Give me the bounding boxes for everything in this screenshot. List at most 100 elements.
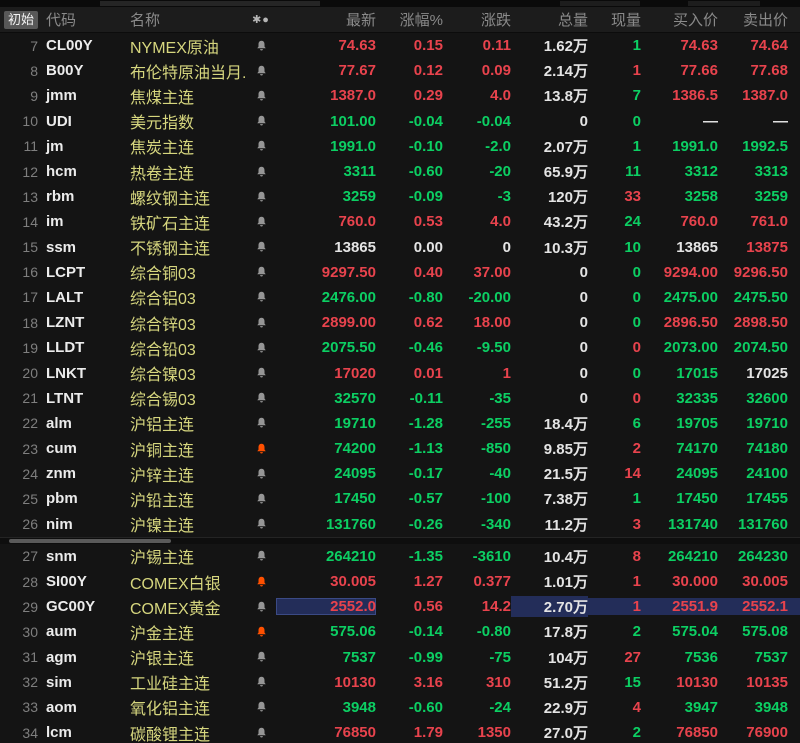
total-volume: 27.0万 (543, 725, 588, 743)
horizontal-scrollbar-thumb[interactable] (9, 538, 171, 543)
latest-price: 131760 (325, 515, 376, 533)
change-value: -255 (480, 414, 511, 432)
alert-bell-icon[interactable] (246, 89, 276, 103)
current-volume: 4 (632, 698, 641, 716)
col-header-current-volume[interactable]: 现量 (588, 9, 641, 30)
table-row[interactable]: 29 GC00Y COMEX黄金 2552.0 0.56 14.2 2.70万 … (0, 594, 800, 619)
table-row[interactable]: 13 rbm 螺纹钢主连 3259 -0.09 -3 120万 33 3258 … (0, 184, 800, 209)
symbol-code: SI00Y (46, 573, 87, 591)
total-volume: 0 (579, 263, 588, 281)
table-row[interactable]: 19 LLDT 综合铅03 2075.50 -0.46 -9.50 0 0 20… (0, 335, 800, 360)
table-row[interactable]: 11 jm 焦炭主连 1991.0 -0.10 -2.0 2.07万 1 199… (0, 134, 800, 159)
latest-price: 32570 (334, 389, 376, 407)
current-volume: 2 (632, 440, 641, 458)
table-row[interactable]: 33 aom 氧化铝主连 3948 -0.60 -24 22.9万 4 3947… (0, 695, 800, 720)
alert-bell-icon[interactable] (246, 215, 276, 229)
table-row[interactable]: 18 LZNT 综合锌03 2899.00 0.62 18.00 0 0 289… (0, 310, 800, 335)
table-row[interactable]: 22 alm 沪铝主连 19710 -1.28 -255 18.4万 6 197… (0, 411, 800, 436)
row-number: 23 (22, 440, 38, 457)
alert-bell-icon[interactable] (246, 64, 276, 78)
table-row[interactable]: 16 LCPT 综合铜03 9297.50 0.40 37.00 0 0 929… (0, 260, 800, 285)
alert-bell-icon[interactable] (246, 316, 276, 330)
table-row[interactable]: 14 im 铁矿石主连 760.0 0.53 4.0 43.2万 24 760.… (0, 209, 800, 234)
total-volume: 0 (579, 288, 588, 306)
table-row[interactable]: 8 B00Y 布伦特原油当月... 77.67 0.12 0.09 2.14万 … (0, 58, 800, 83)
total-volume: 2.70万 (511, 596, 588, 618)
change-percent: 0.12 (413, 62, 443, 80)
col-header-alert[interactable]: ✱● (246, 13, 276, 26)
table-row[interactable]: 31 agm 沪银主连 7537 -0.99 -75 104万 27 7536 … (0, 645, 800, 670)
table-row[interactable]: 26 nim 沪镍主连 131760 -0.26 -340 11.2万 3 13… (0, 512, 800, 537)
bid-price: 2073.00 (663, 339, 718, 357)
table-row[interactable]: 24 znm 沪锌主连 24095 -0.17 -40 21.5万 14 240… (0, 461, 800, 486)
alert-bell-icon[interactable] (246, 625, 276, 639)
alert-bell-icon[interactable] (246, 575, 276, 589)
col-header-latest[interactable]: 最新 (276, 9, 376, 30)
alert-bell-icon[interactable] (246, 240, 276, 254)
row-number: 33 (22, 699, 38, 716)
symbol-name: 综合铜03 (130, 266, 196, 284)
symbol-name: 铁矿石主连 (130, 215, 211, 233)
alert-bell-icon[interactable] (246, 700, 276, 714)
ask-price: 76900 (746, 724, 788, 742)
alert-bell-icon[interactable] (246, 114, 276, 128)
table-row[interactable]: 28 SI00Y COMEX白银 30.005 1.27 0.377 1.01万… (0, 569, 800, 594)
alert-bell-icon[interactable] (246, 190, 276, 204)
alert-bell-icon[interactable] (246, 675, 276, 689)
change-value: -24 (489, 698, 511, 716)
table-row[interactable]: 17 LALT 综合铝03 2476.00 -0.80 -20.00 0 0 2… (0, 285, 800, 310)
latest-price: 19710 (334, 414, 376, 432)
alert-bell-icon[interactable] (246, 549, 276, 563)
col-header-ask-price[interactable]: 卖出价 (718, 9, 800, 30)
table-row[interactable]: 27 snm 沪锡主连 264210 -1.35 -3610 10.4万 8 2… (0, 544, 800, 569)
latest-price: 77.67 (338, 62, 376, 80)
change-value: 14.2 (481, 598, 511, 616)
alert-bell-icon[interactable] (246, 650, 276, 664)
col-header-bid-price[interactable]: 买入价 (641, 9, 718, 30)
ask-price: 74180 (746, 440, 788, 458)
col-header-total-volume[interactable]: 总量 (511, 9, 588, 30)
row-number: 21 (22, 390, 38, 407)
alert-bell-icon[interactable] (246, 391, 276, 405)
alert-bell-icon[interactable] (246, 517, 276, 531)
table-row[interactable]: 10 UDI 美元指数 101.00 -0.04 -0.04 0 0 — — (0, 109, 800, 134)
symbol-name: 沪铜主连 (130, 442, 195, 460)
initial-view-badge[interactable]: 初始 (3, 10, 38, 29)
alert-bell-icon[interactable] (246, 442, 276, 456)
table-row[interactable]: 12 hcm 热卷主连 3311 -0.60 -20 65.9万 11 3312… (0, 159, 800, 184)
table-row[interactable]: 21 LTNT 综合锡03 32570 -0.11 -35 0 0 32335 … (0, 386, 800, 411)
table-row[interactable]: 7 CL00Y NYMEX原油 74.63 0.15 0.11 1.62万 1 … (0, 33, 800, 58)
alert-bell-icon[interactable] (246, 39, 276, 53)
change-percent: -0.60 (408, 698, 443, 716)
alert-bell-icon[interactable] (246, 139, 276, 153)
change-percent: -0.11 (409, 389, 443, 407)
row-number: 20 (22, 365, 38, 382)
col-header-change[interactable]: 涨跌 (443, 9, 511, 30)
col-header-name[interactable]: 名称 (130, 9, 246, 30)
pane-divider (0, 536, 800, 544)
alert-bell-icon[interactable] (246, 467, 276, 481)
alert-bell-icon[interactable] (246, 290, 276, 304)
table-row[interactable]: 23 cum 沪铜主连 74200 -1.13 -850 9.85万 2 741… (0, 436, 800, 461)
col-header-change-percent[interactable]: 涨幅% (376, 9, 443, 30)
alert-bell-icon[interactable] (246, 416, 276, 430)
table-row[interactable]: 30 aum 沪金主连 575.06 -0.14 -0.80 17.8万 2 5… (0, 619, 800, 644)
alert-bell-icon[interactable] (246, 165, 276, 179)
alert-bell-icon[interactable] (246, 600, 276, 614)
table-row[interactable]: 20 LNKT 综合镍03 17020 0.01 1 0 0 17015 170… (0, 360, 800, 385)
alert-bell-icon[interactable] (246, 265, 276, 279)
alert-bell-icon[interactable] (246, 726, 276, 740)
table-row[interactable]: 15 ssm 不锈钢主连 13865 0.00 0 10.3万 10 13865… (0, 235, 800, 260)
change-percent: -0.80 (408, 288, 443, 306)
change-value: 4.0 (490, 87, 511, 105)
table-row[interactable]: 34 lcm 碳酸锂主连 76850 1.79 1350 27.0万 2 768… (0, 720, 800, 743)
table-row[interactable]: 9 jmm 焦煤主连 1387.0 0.29 4.0 13.8万 7 1386.… (0, 83, 800, 108)
alert-bell-icon[interactable] (246, 492, 276, 506)
ask-price: 17025 (746, 364, 788, 382)
table-row[interactable]: 25 pbm 沪铅主连 17450 -0.57 -100 7.38万 1 174… (0, 486, 800, 511)
ask-price: 30.005 (742, 573, 788, 591)
alert-bell-icon[interactable] (246, 341, 276, 355)
alert-bell-icon[interactable] (246, 366, 276, 380)
col-header-code[interactable]: 代码 (38, 9, 130, 30)
table-row[interactable]: 32 sim 工业硅主连 10130 3.16 310 51.2万 15 101… (0, 670, 800, 695)
